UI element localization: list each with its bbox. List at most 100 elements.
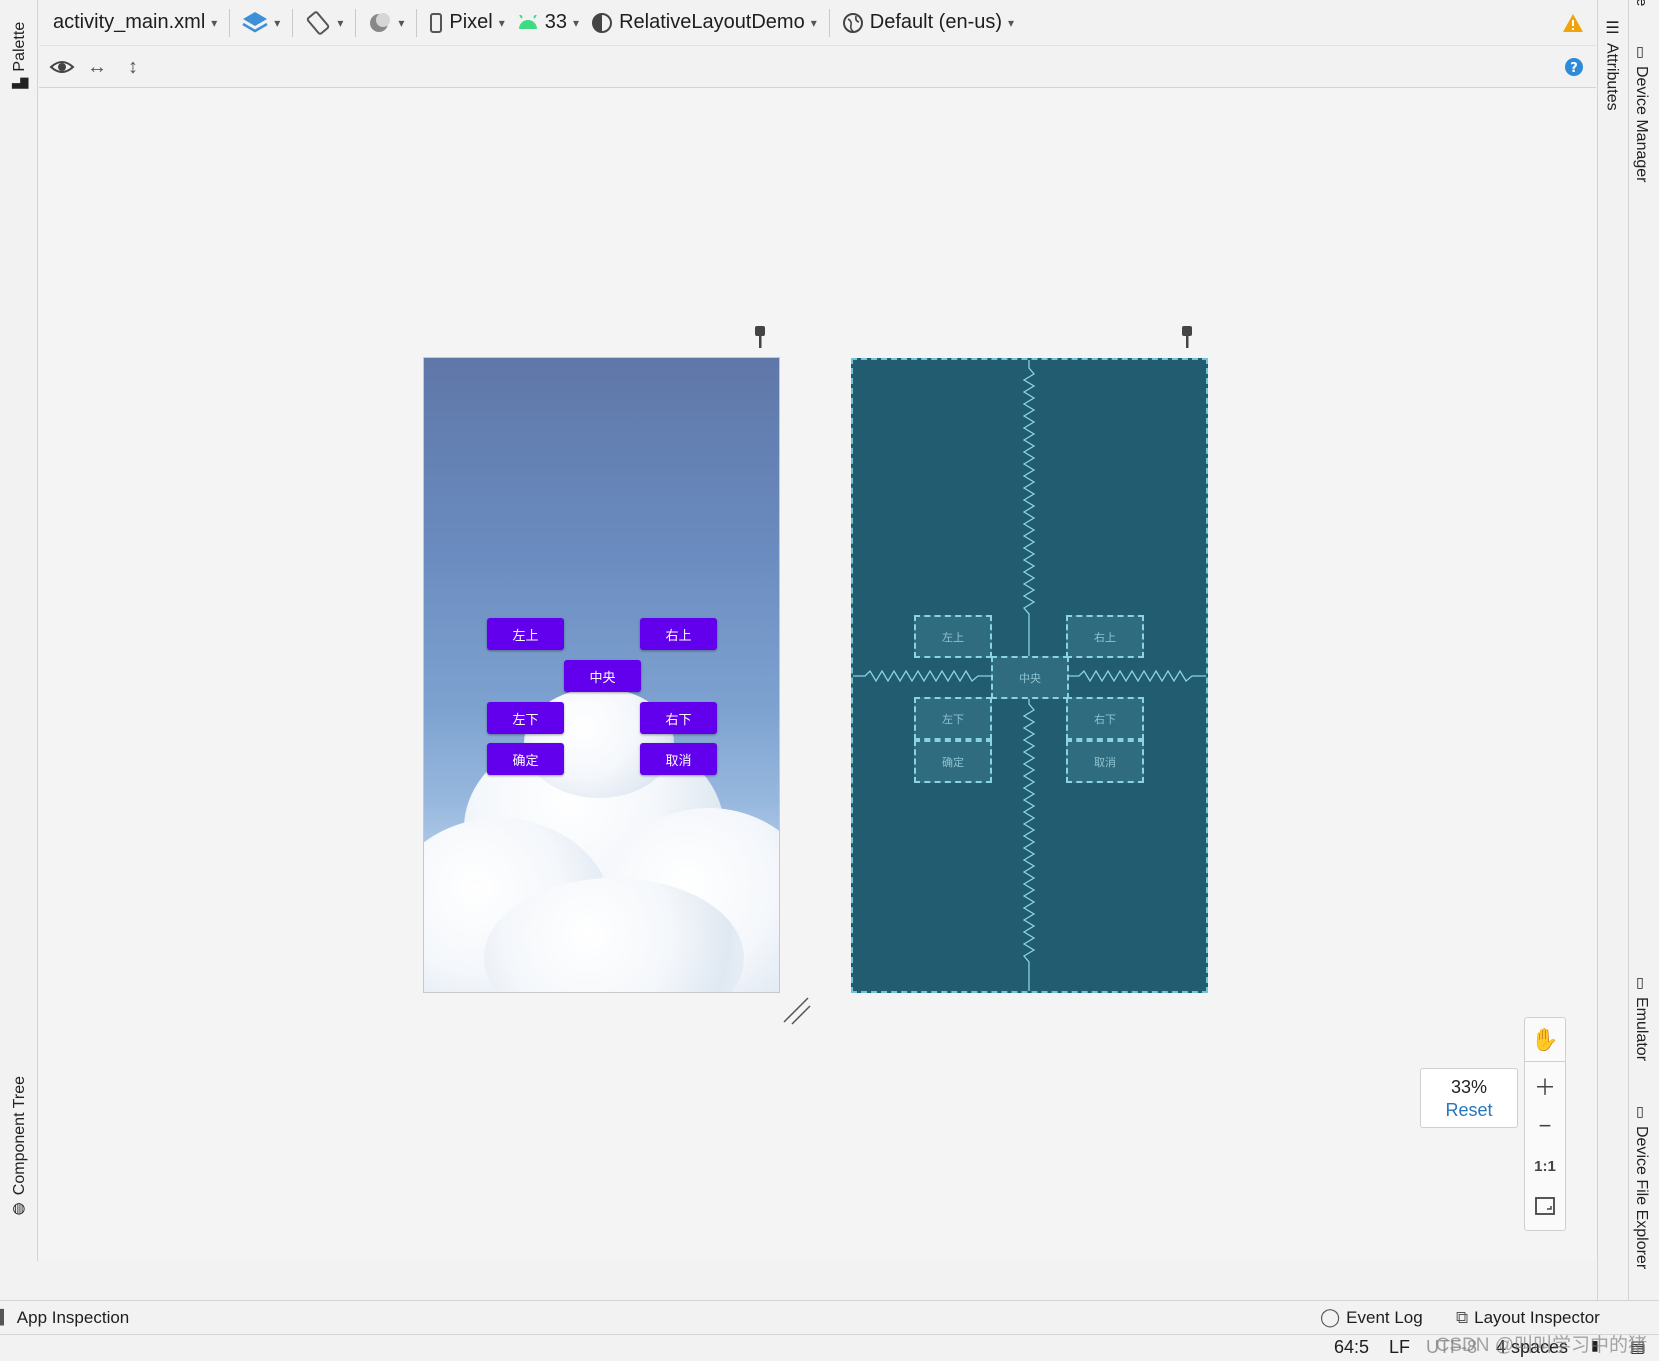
api-level: 33 [544, 11, 568, 33]
zoom-out-button[interactable]: − [1525, 1106, 1565, 1146]
button-bottom-left[interactable]: 左下 [487, 702, 564, 734]
warnings-button[interactable] [1562, 13, 1584, 33]
button-confirm[interactable]: 确定 [487, 743, 564, 775]
zoom-in-icon: ＋ [1533, 1075, 1556, 1100]
toolbar-separator [355, 8, 357, 37]
pin-icon[interactable] [753, 326, 767, 348]
pan-vertical-button[interactable]: ↕ [119, 53, 147, 81]
zoom-actual-size-label: 1:1 [1534, 1157, 1556, 1175]
device-manager-tab[interactable]: ▯ Device Manager [1632, 44, 1650, 183]
attributes-tab-label: Attributes [1603, 43, 1621, 111]
help-icon: ? [1565, 58, 1583, 76]
palette-tab-label: Palette [11, 22, 28, 72]
palette-icon: ▙ [12, 77, 28, 89]
blueprint-button-top-left[interactable]: 左上 [914, 615, 992, 658]
blueprint-view[interactable]: 左上 右上 中央 左下 右下 确定 取消 [851, 358, 1208, 993]
emulator-icon: ▯ [1633, 975, 1649, 991]
orientation-icon [307, 10, 330, 35]
zoom-fit-button[interactable] [1525, 1186, 1565, 1226]
zoom-percent: 33% [1450, 1077, 1488, 1097]
chevron-down-icon: ▾ [573, 15, 580, 30]
toolbar-row-secondary: ↔ ↕ ? [39, 46, 1596, 88]
left-tool-strip: ▙ Palette ◍ Component Tree [0, 0, 38, 1261]
device-file-explorer-tab-label: Device File Explorer [1633, 1126, 1650, 1270]
toolbar-separator [828, 8, 830, 37]
file-name: activity_main.xml [53, 11, 206, 33]
theme-selector[interactable]: RelativeLayoutDemo ▾ [591, 11, 817, 34]
right-strip-divider [1628, 0, 1629, 1300]
layout-inspector-label: Layout Inspector [1474, 1307, 1600, 1327]
orientation-button[interactable]: ▾ [305, 10, 343, 36]
bottom-tool-bar: ▍ App Inspection ◯ Event Log ⧉ Layout In… [0, 1300, 1659, 1334]
pan-horizontal-button[interactable]: ↔ [83, 53, 111, 81]
blueprint-button-center[interactable]: 中央 [991, 656, 1069, 699]
chevron-down-icon: ▾ [398, 15, 405, 30]
device-selector[interactable]: Pixel ▾ [429, 11, 505, 34]
line-ending[interactable]: LF [1389, 1337, 1410, 1358]
blueprint-button-cancel[interactable]: 取消 [1066, 740, 1144, 783]
pan-horizontal-icon: ↔ [87, 55, 107, 78]
locale-selector[interactable]: Default (en-us) ▾ [842, 11, 1014, 34]
event-log-icon: ◯ [1320, 1307, 1341, 1327]
caret-position[interactable]: 64:5 [1334, 1337, 1369, 1358]
attributes-icon: ☰ [1603, 18, 1620, 37]
status-bar: 64:5 LF UTF-8 4 spaces ▮ ▤ [0, 1334, 1659, 1361]
api-level-selector[interactable]: 33 ▾ [517, 11, 579, 34]
palette-tab[interactable]: ▙ Palette [11, 22, 29, 89]
globe-icon [842, 12, 863, 33]
watermark: CSDN @叫叫学习中的猪 [1435, 1335, 1647, 1356]
button-top-left[interactable]: 左上 [487, 618, 564, 650]
app-inspection-label: App Inspection [16, 1307, 130, 1327]
app-inspection-tab[interactable]: ▍ App Inspection [0, 1308, 129, 1328]
chevron-down-icon: ▾ [810, 15, 817, 30]
layout-inspector-tab[interactable]: ⧉ Layout Inspector [1456, 1308, 1600, 1328]
toolbar-row-primary: activity_main.xml ▾ ▾ ▾ ▾ Pixel ▾ 33 ▾ R… [39, 0, 1596, 46]
button-cancel[interactable]: 取消 [640, 743, 717, 775]
phone-icon [430, 12, 443, 33]
help-button[interactable]: ? [1564, 57, 1584, 77]
design-toolbar: activity_main.xml ▾ ▾ ▾ ▾ Pixel ▾ 33 ▾ R… [39, 0, 1596, 88]
event-log-tab[interactable]: ◯ Event Log [1320, 1307, 1423, 1328]
device-name: Pixel [449, 11, 493, 33]
night-mode-icon [370, 12, 391, 32]
blueprint-button-bottom-left[interactable]: 左下 [914, 697, 992, 740]
view-options-button[interactable] [49, 57, 75, 77]
component-tree-tab[interactable]: ◍ Component Tree [11, 1076, 29, 1219]
device-manager-tab-label: Device Manager [1633, 66, 1650, 183]
attributes-tab[interactable]: ☰ Attributes [1602, 18, 1621, 111]
button-top-right[interactable]: 右上 [640, 618, 717, 650]
design-surface-button[interactable]: ▾ [242, 10, 280, 36]
event-log-label: Event Log [1346, 1307, 1423, 1327]
button-bottom-right[interactable]: 右下 [640, 702, 717, 734]
chevron-down-icon: ▾ [274, 15, 281, 30]
edge-tab[interactable]: e [1633, 0, 1650, 6]
design-canvas[interactable] [39, 89, 1596, 1261]
blueprint-button-bottom-right[interactable]: 右下 [1066, 697, 1144, 740]
chevron-down-icon: ▾ [337, 15, 344, 30]
pin-icon[interactable] [1180, 326, 1194, 348]
zoom-actual-size-button[interactable]: 1:1 [1525, 1146, 1565, 1186]
device-file-explorer-tab[interactable]: ▯ Device File Explorer [1632, 1104, 1650, 1269]
svg-text:?: ? [1570, 61, 1578, 76]
zoom-out-icon: − [1538, 1113, 1552, 1138]
edge-tab-label: e [1633, 0, 1650, 7]
blueprint-button-top-right[interactable]: 右上 [1066, 615, 1144, 658]
chevron-down-icon: ▾ [1008, 15, 1015, 30]
emulator-tab-label: Emulator [1633, 997, 1650, 1062]
file-selector[interactable]: activity_main.xml ▾ [53, 11, 217, 34]
eye-icon [49, 61, 75, 73]
theme-icon [592, 12, 613, 33]
device-file-explorer-icon: ▯ [1633, 1104, 1649, 1120]
pan-mode-button[interactable]: ✋ [1525, 1018, 1565, 1062]
button-center[interactable]: 中央 [564, 660, 641, 692]
zoom-reset-link[interactable]: Reset [1421, 1100, 1517, 1121]
zoom-in-button[interactable]: ＋ [1525, 1066, 1565, 1106]
resize-handle-icon[interactable] [782, 996, 812, 1026]
right-tool-strip: ☰ Attributes e ▯ Device Manager ▯ Emulat… [1597, 0, 1659, 1300]
blueprint-button-confirm[interactable]: 确定 [914, 740, 992, 783]
emulator-tab[interactable]: ▯ Emulator [1632, 975, 1650, 1061]
design-preview[interactable]: 左上 右上 中央 左下 右下 确定 取消 [423, 357, 780, 993]
night-mode-button[interactable]: ▾ [368, 11, 404, 35]
component-tree-tab-label: Component Tree [11, 1076, 28, 1196]
layers-icon [242, 11, 268, 32]
